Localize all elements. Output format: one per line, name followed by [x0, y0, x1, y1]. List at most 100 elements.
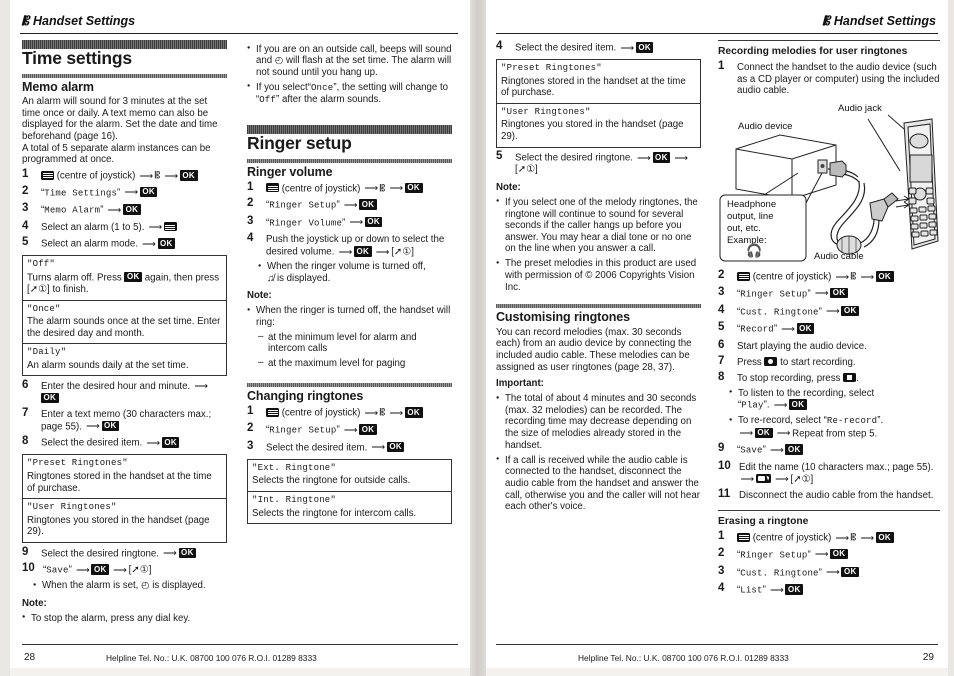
joystick-centre-key-icon: [266, 407, 279, 417]
bullet-text-c: after the alarm sounds.: [281, 94, 382, 106]
step-2: 2 “Ringer Setup” ⟶ OK: [247, 422, 452, 437]
step-6: 6 Start playing the audio device.: [718, 339, 940, 353]
subsection-title-recording-melodies: Recording melodies for user ringtones: [718, 46, 908, 57]
step-8: 8 Select the desired item. ⟶ OK: [22, 436, 227, 449]
alarm-mode-desc-b: again, then press: [144, 272, 220, 284]
table-row: "Ext. Ringtone" Selects the ringtone for…: [248, 460, 451, 492]
offhook-key-icon: [➚①]: [128, 564, 152, 576]
footer-rule-right: [496, 644, 938, 645]
step-3: 3 Select the desired item. ⟶ OK: [247, 440, 452, 454]
step-number: 11: [718, 487, 731, 500]
customising-intro: You can record melodies (max. 30 seconds…: [496, 326, 692, 373]
step-number: 4: [718, 303, 725, 316]
alarm-mode-label: "Off": [27, 259, 56, 270]
ok-key-icon: OK: [41, 392, 59, 404]
step-number: 2: [247, 422, 254, 435]
step-number: 7: [718, 354, 725, 367]
ringer-off-icon: ♫̸: [267, 272, 275, 284]
arrow-icon: ⟶: [194, 380, 209, 392]
step-number: 4: [718, 582, 725, 595]
ringtone-source-label: "Preset Ringtones": [27, 458, 128, 469]
step-number: 5: [718, 321, 725, 334]
step-number: 9: [718, 442, 725, 455]
joystick-centre-key-icon: [737, 532, 750, 542]
erase-step-3: 3 “Cust. Ringtone” ⟶ OK: [718, 565, 940, 580]
pencil-icon: 𝄡: [822, 14, 830, 28]
step-text: Select the desired item.: [41, 437, 143, 449]
step-7: 7 Enter a text memo (30 characters max.;…: [22, 407, 227, 433]
arrow-icon: ⟶: [389, 183, 404, 195]
page-number-right: 29: [922, 652, 934, 663]
callout-line-1: Headphone: [727, 198, 777, 210]
alarm-mode-desc: An alarm sounds daily at the set time.: [27, 359, 189, 371]
bullet-text-b: is displayed.: [152, 580, 206, 592]
figure-label-audio-jack: Audio jack: [838, 102, 882, 114]
ok-key-icon: OK: [161, 437, 180, 448]
arrow-icon: ⟶: [163, 548, 178, 559]
step-number: 9: [22, 545, 29, 558]
pencil-icon: 𝄡: [379, 183, 386, 195]
step-4-bullet: When the ringer volume is turned off, ♫̸…: [258, 261, 452, 284]
step-number: 7: [22, 407, 29, 420]
step-text: Enter the desired hour and minute.: [41, 380, 191, 392]
arrow-icon: ⟶: [860, 532, 875, 544]
arrow-icon: ⟶: [364, 183, 379, 195]
arrow-icon: ⟶: [781, 323, 796, 335]
step-text-a: Press: [737, 356, 762, 368]
joystick-centre-key-icon: [737, 271, 750, 281]
headphone-icon: 🎧: [746, 242, 763, 258]
step-2: 2 “Ringer Setup” ⟶ OK: [247, 198, 452, 212]
menu-label: Record: [740, 324, 774, 335]
menu-label: Once: [310, 82, 334, 93]
ok-key-icon: OK: [364, 216, 383, 228]
pencil-icon: 𝄡: [379, 407, 386, 419]
ok-key-icon: OK: [404, 407, 423, 418]
bullet-text-b: .: [880, 415, 884, 427]
ok-key-icon: OK: [91, 564, 110, 575]
step-text: Edit the name (10 characters max.; page …: [739, 462, 934, 473]
ok-key-icon: OK: [101, 420, 120, 432]
step-3: 3 “Memo Alarm” ⟶ OK: [22, 203, 227, 217]
step-text: (centre of joystick): [752, 532, 832, 544]
step-5: 5 Select the desired ringtone. ⟶ OK ⟶ [➚①…: [496, 151, 701, 176]
step-number: 1: [718, 60, 725, 73]
step-number: 4: [22, 220, 29, 233]
ringtone-source-label: "User Ringtones": [27, 502, 117, 513]
subsection-band: [247, 383, 452, 388]
step-4: 4 Push the joystick up or down to select…: [247, 232, 452, 258]
step-11: 11 Disconnect the audio cable from the h…: [718, 487, 940, 502]
note-dash-1: at the minimum level for alarm and inter…: [258, 331, 452, 355]
ok-key-icon: OK: [179, 170, 198, 181]
arrow-icon: ⟶: [389, 407, 404, 419]
step-number: 6: [22, 378, 29, 391]
important-label: Important:: [496, 378, 544, 390]
step-8: 8 To stop recording, press .: [718, 371, 940, 385]
arrow-icon: ⟶: [364, 407, 379, 419]
arrow-icon: ⟶: [773, 399, 788, 411]
step-number: 1: [22, 168, 29, 181]
menu-label: Time Settings: [44, 188, 118, 199]
ringtone-source-table: "Preset Ringtones" Ringtones stored in t…: [22, 454, 227, 543]
step-number: 10: [22, 562, 35, 575]
ringtone-source-desc: Ringtones stored in the handset at the t…: [27, 471, 212, 494]
step-number: 4: [496, 40, 503, 52]
arrow-icon: ⟶: [739, 428, 754, 440]
ok-key-icon: OK: [875, 532, 894, 543]
step-2: 2 “Time Settings” ⟶ OK: [22, 185, 227, 200]
menu-label: Off: [259, 95, 277, 106]
erase-step-1: 1 (centre of joystick) ⟶ 𝄡 ⟶ OK: [718, 531, 940, 544]
bullet-text-a: When the alarm is set,: [42, 580, 139, 592]
ok-key-icon: OK: [353, 246, 372, 257]
note-bullet-melody: If you select one of the melody ringtone…: [496, 196, 701, 255]
ok-key-icon: OK: [386, 441, 405, 453]
menu-label: Ringer Volume: [269, 218, 343, 229]
bullet-text-a: To re-record, select: [738, 415, 821, 427]
menu-label: Play: [741, 400, 764, 411]
table-row: "Preset Ringtones" Ringtones stored in t…: [497, 60, 700, 104]
joystick-centre-key-icon: [266, 183, 279, 193]
ringtone-type-label: "Int. Ringtone": [252, 494, 337, 505]
ringtone-type-table: "Ext. Ringtone" Selects the ringtone for…: [247, 458, 452, 525]
step-text: Select an alarm mode.: [41, 238, 138, 250]
step-number: 4: [247, 232, 254, 245]
arrow-icon: ⟶: [371, 442, 386, 454]
